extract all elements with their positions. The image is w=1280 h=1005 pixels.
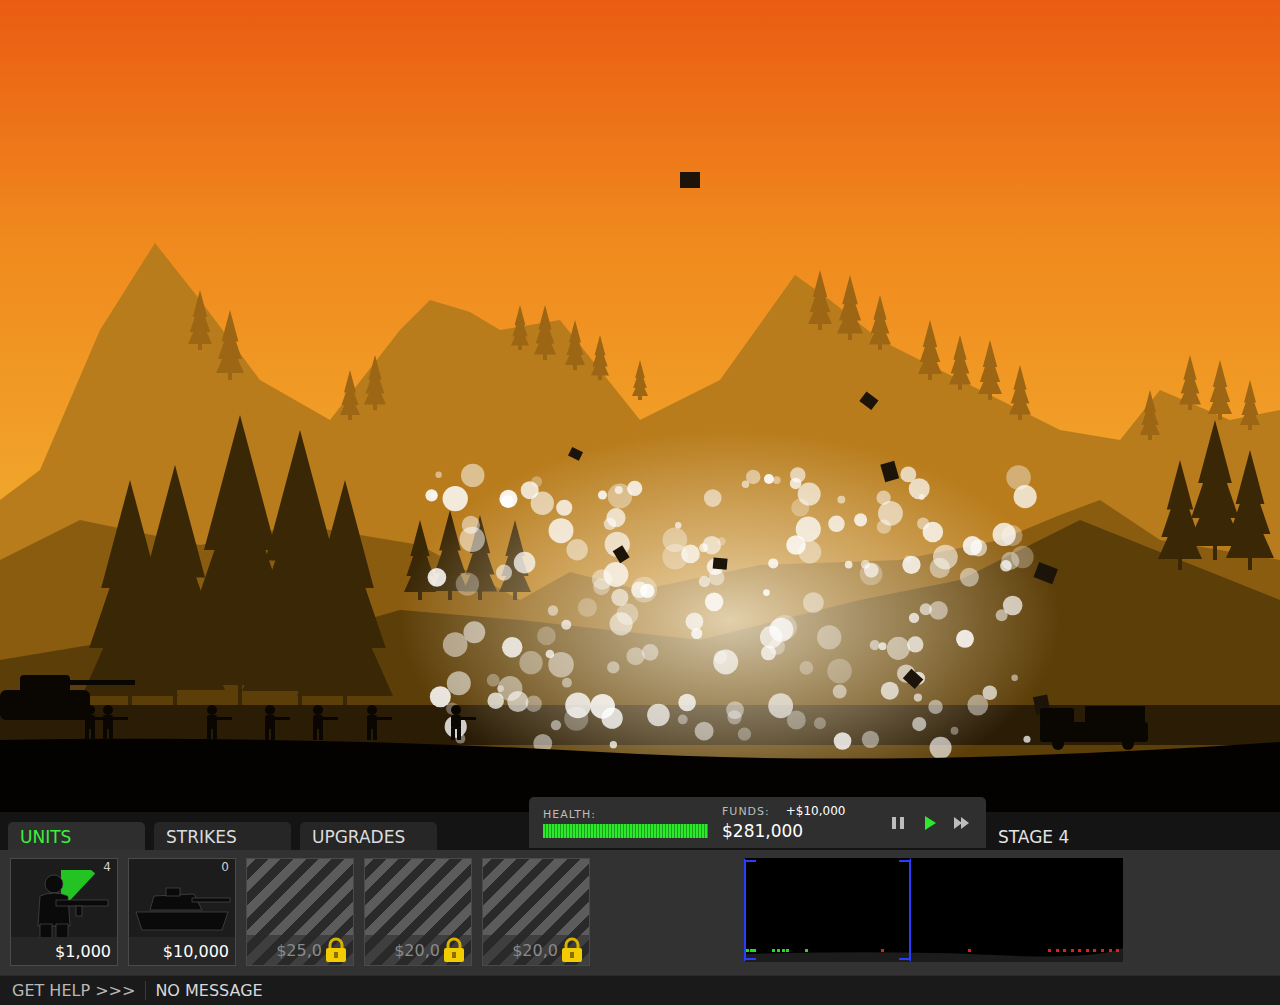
unit-count bbox=[247, 859, 353, 875]
lock-icon bbox=[561, 937, 583, 963]
unit-card[interactable]: $20,0 bbox=[364, 858, 472, 966]
enemy-dot bbox=[1071, 949, 1074, 952]
friendly-dot bbox=[753, 949, 756, 952]
funds-label: FUNDS:+$10,000 bbox=[722, 805, 845, 818]
unit-card[interactable]: $25,0 bbox=[246, 858, 354, 966]
unit-price: $20,0 bbox=[365, 935, 471, 965]
pause-button[interactable] bbox=[888, 813, 908, 833]
stage-label: STAGE 4 bbox=[998, 827, 1069, 847]
lock-icon bbox=[325, 937, 347, 963]
infantry-icon bbox=[16, 870, 112, 942]
speed-controls bbox=[888, 813, 972, 833]
unit-count: 0 bbox=[129, 859, 235, 875]
health-bar bbox=[543, 824, 708, 838]
enemy-dot bbox=[881, 949, 884, 952]
soldier-icon bbox=[313, 705, 338, 740]
debris-icon bbox=[859, 391, 878, 410]
enemy-dot bbox=[968, 949, 971, 952]
enemy-dot bbox=[1093, 949, 1096, 952]
enemy-dot bbox=[1086, 949, 1089, 952]
pause-icon bbox=[890, 815, 906, 831]
tab[interactable]: STRIKES bbox=[154, 822, 291, 850]
debris-icon bbox=[680, 172, 700, 188]
hud: UNITSSTRIKESUPGRADESHEALTH:FUNDS:+$10,00… bbox=[0, 812, 1280, 1005]
minimap[interactable] bbox=[744, 858, 1123, 962]
help-link[interactable]: GET HELP >>> bbox=[0, 981, 145, 1000]
tank-icon bbox=[0, 675, 135, 720]
game: UNITS STRIKES UPGRADES HEALTH: FUNDS:+$10,00… bbox=[0, 0, 1280, 1005]
far-mountains bbox=[0, 243, 1280, 812]
enemy-dot bbox=[1048, 949, 1051, 952]
message: NO MESSAGE bbox=[145, 981, 262, 1000]
unit-card[interactable]: 4$1,000 bbox=[10, 858, 118, 966]
soldier-icon bbox=[103, 705, 128, 740]
friendly-dot bbox=[750, 949, 753, 952]
unit-price: $1,000 bbox=[11, 937, 117, 965]
enemy-dot bbox=[1101, 949, 1104, 952]
unit-count bbox=[483, 859, 589, 875]
enemy-dot bbox=[1116, 949, 1119, 952]
friendly-dot bbox=[772, 949, 775, 952]
funds-value: $281,000 bbox=[722, 821, 845, 841]
truck-icon bbox=[1040, 706, 1148, 750]
tab-bar: UNITS STRIKES UPGRADES bbox=[8, 822, 437, 850]
soldier-icon bbox=[367, 705, 392, 740]
tab[interactable]: UPGRADES bbox=[300, 822, 437, 850]
unit-row: 4$1,000 0 $10,000 $25,0 $20,0 $20,0 bbox=[0, 850, 1280, 975]
debris-icon bbox=[613, 545, 630, 563]
debris-icon bbox=[880, 461, 899, 482]
friendly-dot bbox=[786, 949, 789, 952]
fast-forward-button[interactable] bbox=[952, 813, 972, 833]
friendly-dot bbox=[805, 949, 808, 952]
minimap-viewport[interactable] bbox=[744, 858, 911, 962]
health-label: HEALTH: bbox=[543, 808, 708, 821]
battlefield[interactable] bbox=[0, 0, 1280, 812]
sky bbox=[0, 0, 1280, 812]
unit-card[interactable]: 0 $10,000 bbox=[128, 858, 236, 966]
hud-top-row: UNITSSTRIKESUPGRADESHEALTH:FUNDS:+$10,00… bbox=[0, 812, 1280, 850]
fast-forward-icon bbox=[953, 815, 971, 831]
enemy-dot bbox=[1063, 949, 1066, 952]
enemy-dot bbox=[1056, 949, 1059, 952]
tank-unit-icon bbox=[132, 876, 232, 936]
play-icon bbox=[922, 815, 938, 831]
friendly-dot bbox=[746, 949, 749, 952]
debris-icon bbox=[903, 669, 923, 689]
soldier-icon bbox=[265, 705, 290, 740]
unit-count bbox=[365, 859, 471, 875]
debris-icon bbox=[713, 557, 728, 569]
enemy-dot bbox=[1078, 949, 1081, 952]
unit-price: $20,0 bbox=[483, 935, 589, 965]
lock-icon bbox=[443, 937, 465, 963]
friendly-dot bbox=[777, 949, 780, 952]
unit-card[interactable]: $20,0 bbox=[482, 858, 590, 966]
footer: GET HELP >>>NO MESSAGE bbox=[0, 975, 1280, 1005]
debris-icon bbox=[568, 447, 583, 461]
soldier-icon bbox=[451, 705, 476, 740]
enemy-dot bbox=[1109, 949, 1112, 952]
funds-delta: +$10,000 bbox=[786, 805, 846, 818]
unit-price: $25,0 bbox=[247, 935, 353, 965]
status-panel: HEALTH: FUNDS:+$10,000 $281,000 bbox=[529, 797, 986, 848]
tab[interactable]: UNITS bbox=[8, 822, 145, 850]
unit-price: $10,000 bbox=[129, 937, 235, 965]
debris-icon bbox=[1034, 562, 1058, 584]
friendly-dot bbox=[782, 949, 785, 952]
play-button[interactable] bbox=[920, 813, 940, 833]
soldier-icon bbox=[207, 705, 232, 740]
